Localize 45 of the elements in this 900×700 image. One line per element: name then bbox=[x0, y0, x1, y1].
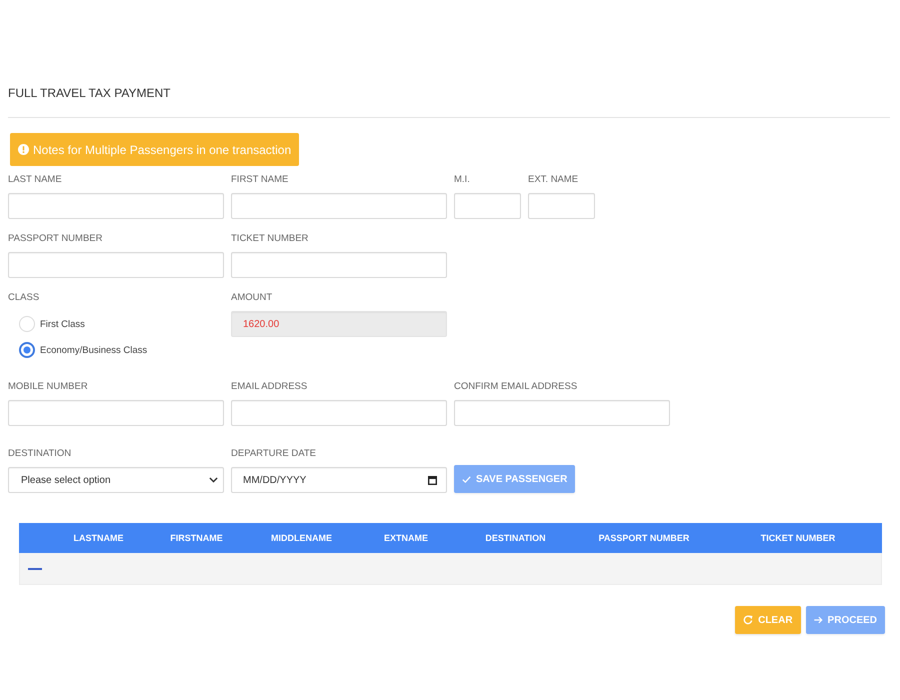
input-field[interactable] bbox=[8, 400, 224, 426]
field-label: DEPARTURE DATE bbox=[231, 448, 316, 460]
clear-button[interactable]: CLEAR bbox=[735, 606, 801, 634]
right-arrow-icon bbox=[814, 616, 823, 624]
field-label: TICKET NUMBER bbox=[231, 233, 308, 245]
radio-label: First Class bbox=[40, 318, 85, 330]
input-field[interactable] bbox=[454, 193, 521, 219]
exclamation-icon bbox=[18, 144, 29, 155]
chevron-icon bbox=[209, 477, 218, 483]
input-field[interactable]: 1620.00 bbox=[231, 311, 447, 337]
field-label: LAST NAME bbox=[8, 174, 62, 186]
dash-icon bbox=[28, 568, 42, 570]
column-header: DESTINATION bbox=[485, 533, 546, 543]
date-field[interactable]: MM/DD/YYYY bbox=[231, 467, 447, 493]
input-field[interactable] bbox=[231, 400, 447, 426]
check-icon bbox=[462, 476, 471, 482]
radio-button[interactable] bbox=[19, 342, 35, 358]
input-field[interactable] bbox=[454, 400, 670, 426]
field-label: AMOUNT bbox=[231, 292, 272, 304]
refresh-icon bbox=[743, 615, 754, 625]
field-label: EMAIL ADDRESS bbox=[231, 381, 308, 393]
field-label: FIRST NAME bbox=[231, 174, 288, 186]
input-field[interactable] bbox=[8, 193, 224, 219]
input-field[interactable] bbox=[231, 193, 447, 219]
notes-button[interactable]: Notes for Multiple Passengers in one transaction bbox=[10, 133, 300, 166]
field-label: MOBILE NUMBER bbox=[8, 381, 88, 393]
column-header: MIDDLENAME bbox=[271, 533, 332, 543]
column-header: PASSPORT NUMBER bbox=[598, 533, 690, 543]
field-label: CONFIRM EMAIL ADDRESS bbox=[454, 381, 578, 393]
input-field[interactable] bbox=[528, 193, 595, 219]
column-header: EXTNAME bbox=[384, 533, 428, 543]
input-field[interactable] bbox=[231, 252, 447, 278]
field-label: DESTINATION bbox=[8, 448, 72, 460]
column-header: FIRSTNAME bbox=[170, 533, 223, 543]
page-title: FULL TRAVEL TAX PAYMENT bbox=[8, 86, 170, 100]
field-label: PASSPORT NUMBER bbox=[8, 233, 102, 245]
calendar-icon bbox=[428, 476, 437, 484]
input-field[interactable] bbox=[8, 252, 224, 278]
field-label: EXT. NAME bbox=[528, 174, 578, 186]
column-header: TICKET NUMBER bbox=[760, 533, 836, 543]
column-header: LASTNAME bbox=[74, 533, 124, 543]
select-field[interactable]: Please select option bbox=[8, 467, 224, 493]
field-label: M.I. bbox=[454, 174, 470, 186]
field-label: CLASS bbox=[8, 292, 40, 304]
radio-label: Economy/Business Class bbox=[40, 344, 148, 356]
